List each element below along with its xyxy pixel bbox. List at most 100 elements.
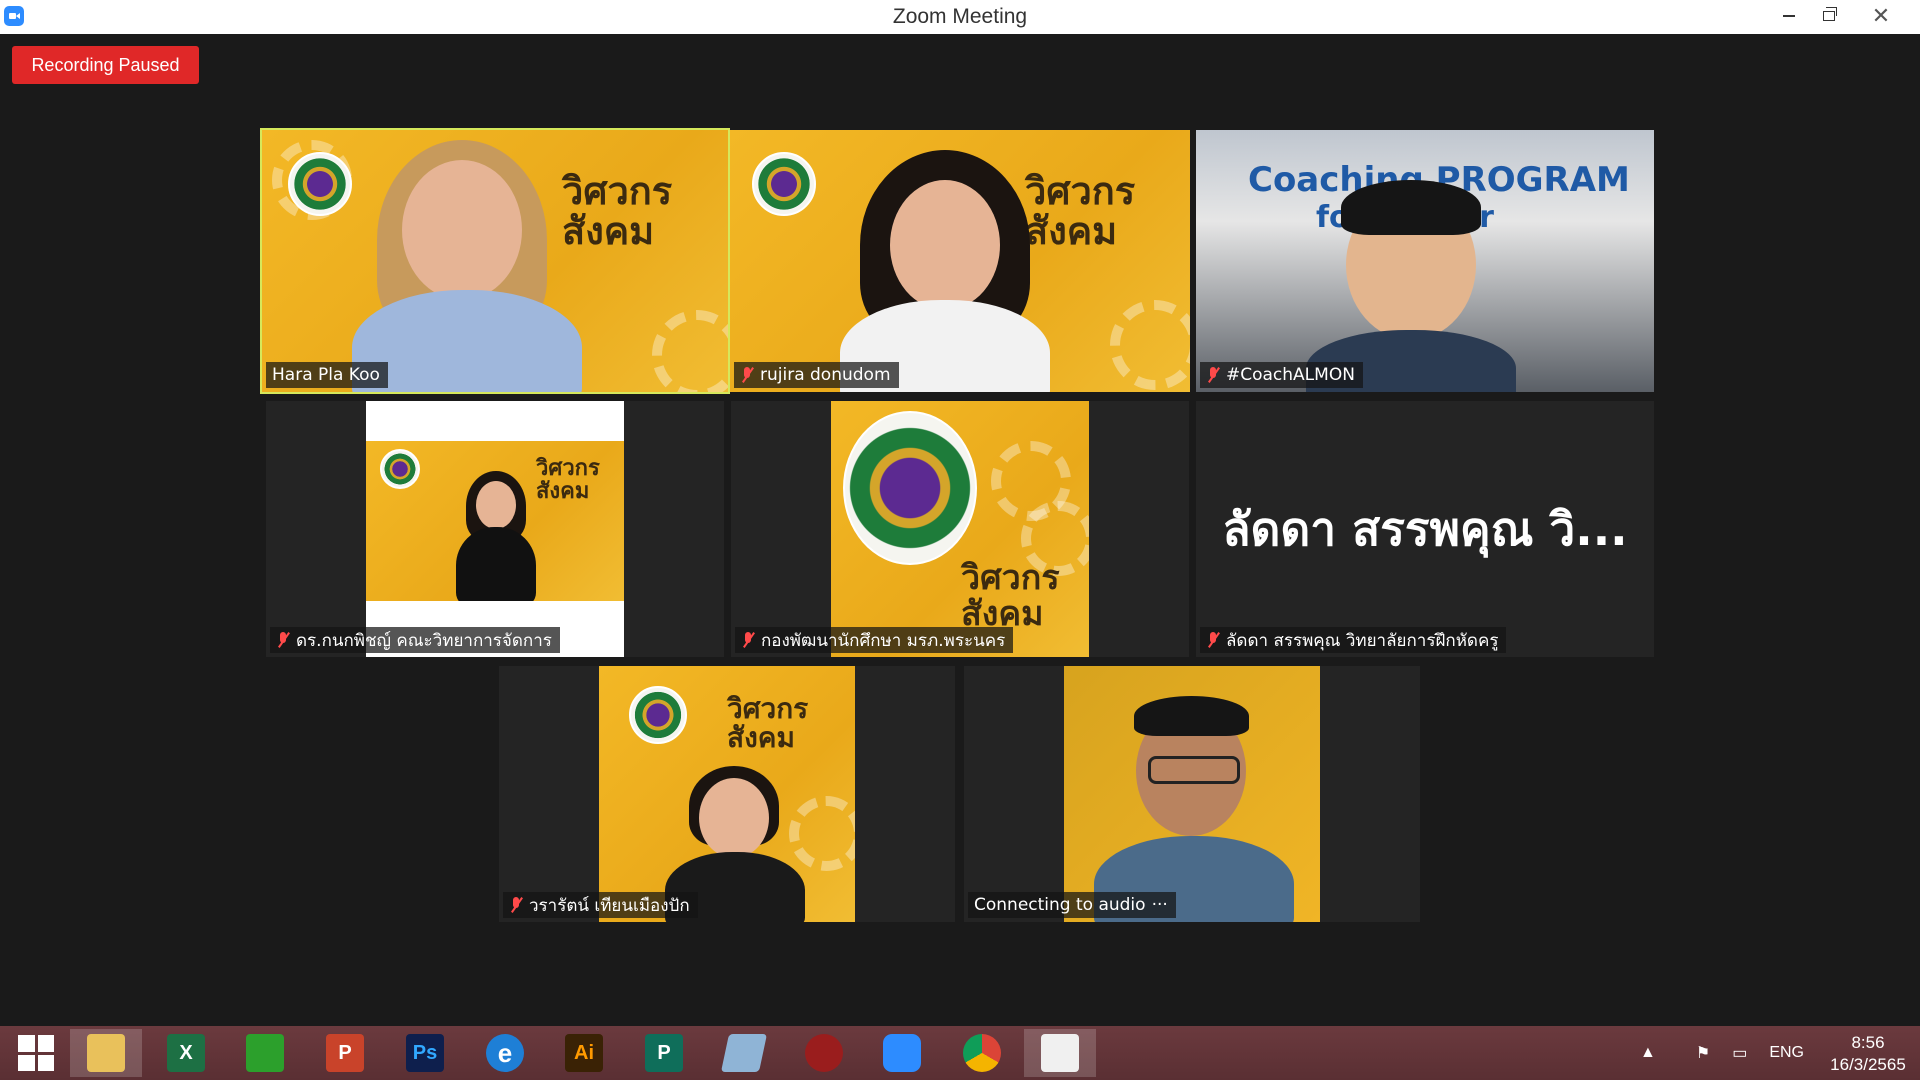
minimize-icon bbox=[1783, 15, 1795, 17]
participant-tile-kanokpich[interactable]: วิศวกร สังคม ดร.กนกพิชญ์ คณะวิทยาการจัดก… bbox=[266, 401, 724, 657]
banner-line-2: สังคม bbox=[1025, 208, 1118, 253]
restore-icon bbox=[1823, 7, 1837, 21]
excel-icon: X bbox=[167, 1034, 205, 1072]
participant-body bbox=[456, 527, 536, 601]
banner-title: วิศวกร สังคม bbox=[1025, 169, 1136, 253]
participant-name: กองพัฒนานักศึกษา มรภ.พระนคร bbox=[761, 630, 1006, 651]
participant-face bbox=[402, 160, 522, 300]
mic-muted-icon bbox=[741, 631, 755, 649]
participant-video: Coaching PROGRAM for Trainer bbox=[1196, 130, 1654, 392]
taskbar-photoshop[interactable]: Ps bbox=[389, 1029, 461, 1077]
taskbar-notes[interactable] bbox=[708, 1029, 780, 1077]
taskbar-clock[interactable]: 8:56 16/3/2565 bbox=[1820, 1032, 1916, 1076]
participant-tile-coachalmon[interactable]: Coaching PROGRAM for Trainer #CoachALMON bbox=[1196, 130, 1654, 392]
participant-hair bbox=[1134, 696, 1249, 736]
gear-graphic bbox=[1110, 300, 1190, 390]
participant-hair bbox=[1341, 180, 1481, 235]
taskbar-file-explorer[interactable] bbox=[70, 1029, 142, 1077]
banner-line-2: สังคม bbox=[562, 208, 655, 253]
taskbar-excel[interactable]: X bbox=[150, 1029, 222, 1077]
participant-face bbox=[476, 481, 516, 529]
participant-tile-student-affairs[interactable]: วิศวกร สังคม กองพัฒนานักศึกษา มรภ.พระนคร bbox=[731, 401, 1189, 657]
participant-name: ดร.กนกพิชญ์ คณะวิทยาการจัดการ bbox=[296, 630, 552, 651]
participant-name-tag: ลัดดา สรรพคุณ วิทยาลัยการฝึกหัดครู bbox=[1200, 627, 1507, 653]
banner-line-1: วิศวกร bbox=[727, 692, 809, 725]
participant-video: วิศวกร สังคม bbox=[262, 130, 728, 392]
clock-date: 16/3/2565 bbox=[1830, 1055, 1906, 1074]
taskbar-powerpoint[interactable]: P bbox=[309, 1029, 381, 1077]
taskbar-illustrator[interactable]: Ai bbox=[548, 1029, 620, 1077]
participant-name-tag: rujira donudom bbox=[734, 362, 899, 388]
participant-tile-hara[interactable]: วิศวกร สังคม Hara Pla Koo bbox=[260, 128, 730, 394]
file-explorer-icon bbox=[87, 1034, 125, 1072]
gear-graphic bbox=[652, 310, 728, 392]
participant-display-name: ลัดดา สรรพคุณ วิ... bbox=[1222, 501, 1628, 556]
banner-title: วิศวกร สังคม bbox=[961, 558, 1060, 632]
participant-name: rujira donudom bbox=[760, 365, 891, 385]
window-title: Zoom Meeting bbox=[892, 5, 1028, 28]
participant-video bbox=[1064, 666, 1320, 922]
participant-name: วรารัตน์ เทียนเมืองปัก bbox=[529, 895, 690, 916]
mic-muted-icon bbox=[1206, 366, 1220, 384]
participant-tile-ladda[interactable]: ลัดดา สรรพคุณ วิ... ลัดดา สรรพคุณ วิทยาล… bbox=[1196, 401, 1654, 657]
tray-overflow-icon[interactable]: ▲ bbox=[1640, 1044, 1656, 1062]
clock-time: 8:56 bbox=[1851, 1033, 1885, 1052]
recording-status-badge[interactable]: Recording Paused bbox=[12, 46, 199, 84]
participant-video: วิศวกร สังคม bbox=[730, 130, 1190, 392]
gear-graphic bbox=[789, 796, 855, 871]
participant-tile-rujira[interactable]: วิศวกร สังคม rujira donudom bbox=[730, 130, 1190, 392]
banner-line-2: สังคม bbox=[536, 479, 590, 505]
banner-line-1: วิศวกร bbox=[961, 558, 1060, 598]
banner-title: วิศวกร สังคม bbox=[562, 169, 673, 253]
banner-line-2: สังคม bbox=[727, 721, 795, 755]
taskbar-publisher[interactable]: P bbox=[628, 1029, 700, 1077]
university-seal-logo bbox=[380, 449, 420, 489]
participant-video: วิศวกร สังคม bbox=[599, 666, 855, 922]
taskbar-store[interactable] bbox=[229, 1029, 301, 1077]
participant-video: วิศวกร สังคม bbox=[366, 441, 624, 601]
start-button[interactable] bbox=[0, 1029, 72, 1077]
banner-line-1: วิศวกร bbox=[536, 456, 600, 481]
meeting-gallery: Recording Paused วิศวกร สังคม Hara Pla K… bbox=[0, 34, 1920, 1026]
taskbar-photos[interactable] bbox=[1024, 1029, 1096, 1077]
mic-muted-icon bbox=[740, 366, 754, 384]
banner-title: วิศวกร สังคม bbox=[727, 694, 808, 753]
taskbar-photoscape[interactable] bbox=[788, 1029, 860, 1077]
notes-icon bbox=[720, 1034, 768, 1072]
participant-tile-connecting[interactable]: Connecting to audio ··· bbox=[964, 666, 1420, 922]
photoshop-icon: Ps bbox=[406, 1034, 444, 1072]
photoscape-icon bbox=[805, 1034, 843, 1072]
banner-line-1: วิศวกร bbox=[1025, 169, 1136, 213]
close-button[interactable]: ✕ bbox=[1858, 0, 1904, 32]
participant-name-tag: Hara Pla Koo bbox=[266, 362, 388, 388]
university-seal-logo bbox=[288, 152, 352, 216]
windows-taskbar: X P Ps e Ai P ▲ ⚑ ▭ ENG 8:56 16/3/2565 bbox=[0, 1026, 1920, 1080]
participant-name-tag: Connecting to audio ··· bbox=[968, 892, 1176, 918]
participant-name-tag: #CoachALMON bbox=[1200, 362, 1363, 388]
taskbar-chrome[interactable] bbox=[946, 1029, 1018, 1077]
participant-name-tag: วรารัตน์ เทียนเมืองปัก bbox=[503, 892, 698, 918]
participant-tile-wararat[interactable]: วิศวกร สังคม วรารัตน์ เทียนเมืองปัก bbox=[499, 666, 955, 922]
mic-muted-icon bbox=[1206, 631, 1220, 649]
network-icon[interactable]: ▭ bbox=[1732, 1043, 1747, 1063]
language-indicator[interactable]: ENG bbox=[1769, 1044, 1804, 1062]
banner-line-1: วิศวกร bbox=[562, 169, 673, 213]
zoom-icon bbox=[883, 1034, 921, 1072]
participant-name-tag: กองพัฒนานักศึกษา มรภ.พระนคร bbox=[735, 627, 1014, 653]
publisher-icon: P bbox=[645, 1034, 683, 1072]
illustrator-icon: Ai bbox=[565, 1034, 603, 1072]
action-center-flag-icon[interactable]: ⚑ bbox=[1696, 1043, 1710, 1063]
participant-name-tag: ดร.กนกพิชญ์ คณะวิทยาการจัดการ bbox=[270, 627, 560, 653]
university-seal-logo bbox=[752, 152, 816, 216]
university-seal-logo bbox=[843, 411, 977, 565]
video-frame: วิศวกร สังคม bbox=[366, 401, 624, 657]
taskbar-zoom[interactable] bbox=[866, 1029, 938, 1077]
system-tray: ▲ ⚑ ▭ ENG bbox=[1640, 1026, 1804, 1080]
internet-explorer-icon: e bbox=[486, 1034, 524, 1072]
connecting-dots-icon: ··· bbox=[1151, 895, 1168, 915]
mic-muted-icon bbox=[276, 631, 290, 649]
mic-muted-icon bbox=[509, 896, 523, 914]
taskbar-internet-explorer[interactable]: e bbox=[469, 1029, 541, 1077]
restore-button[interactable] bbox=[1806, 0, 1852, 32]
store-icon bbox=[246, 1034, 284, 1072]
